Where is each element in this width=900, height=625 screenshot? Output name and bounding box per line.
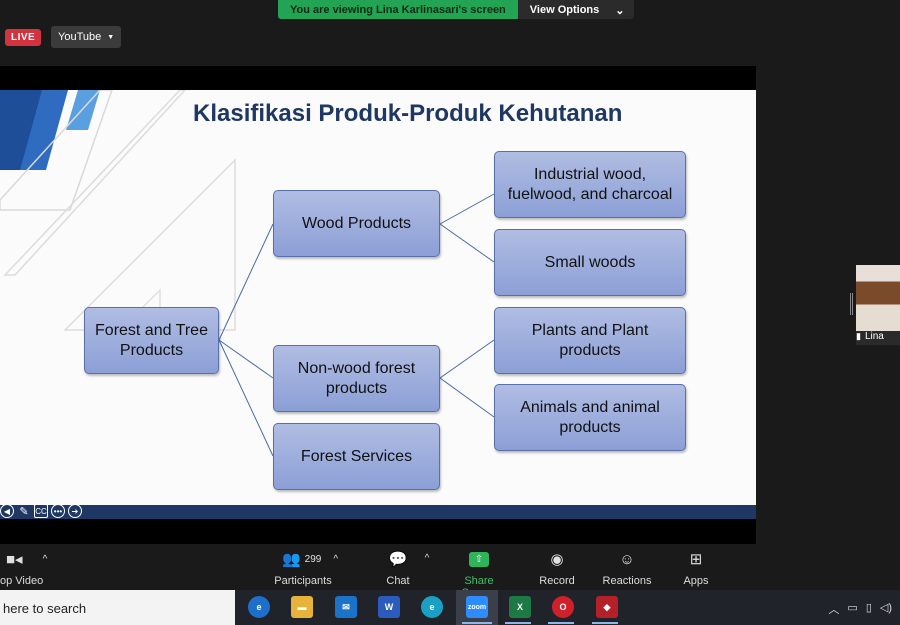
node-small-woods: Small woods bbox=[494, 229, 686, 296]
participants-button[interactable]: 👥 299 ^ Participants bbox=[272, 548, 338, 587]
more-icon[interactable]: ••• bbox=[51, 504, 65, 518]
live-service-dropdown[interactable]: YouTube ▼ bbox=[51, 26, 122, 48]
camera-icon: ■◂ bbox=[6, 551, 23, 568]
presenter-controls: ◀ ✎ CC ••• ➔ bbox=[0, 504, 82, 518]
node-forest-services: Forest Services bbox=[273, 423, 440, 490]
record-label: Record bbox=[539, 575, 575, 587]
network-icon[interactable]: ▭ bbox=[847, 601, 857, 617]
node-non-wood: Non-wood forest products bbox=[273, 345, 440, 412]
node-animals: Animals and animal products bbox=[494, 384, 686, 451]
participants-icon: 👥 bbox=[281, 551, 301, 568]
view-options-button[interactable]: View Options ⌄ bbox=[517, 0, 635, 19]
caret-down-icon: ▼ bbox=[107, 33, 115, 41]
captions-icon[interactable]: CC bbox=[34, 504, 48, 518]
game-icon[interactable]: ◆ bbox=[596, 596, 618, 618]
panel-resize-handle[interactable] bbox=[850, 293, 853, 315]
system-tray: ︿ ▭ ▯ ◁) bbox=[828, 601, 892, 617]
node-wood-products: Wood Products bbox=[273, 190, 440, 257]
zoom-running-indicator bbox=[462, 622, 492, 624]
reactions-label: Reactions bbox=[602, 575, 652, 587]
participant-name: Lina bbox=[864, 331, 884, 342]
live-service-label: YouTube bbox=[58, 31, 102, 43]
screen-share-banner: You are viewing Lina Karlinasari's scree… bbox=[278, 0, 635, 19]
caret-up-icon[interactable]: ^ bbox=[333, 554, 338, 565]
volume-icon[interactable]: ◁) bbox=[880, 601, 892, 617]
reactions-button[interactable]: ☺ Reactions bbox=[602, 548, 652, 588]
apps-button[interactable]: ⊞ Apps bbox=[682, 548, 710, 587]
taskbar-search[interactable]: here to search bbox=[0, 590, 235, 625]
chat-caret-button[interactable]: ^ bbox=[420, 552, 434, 564]
participants-count: 299 bbox=[304, 553, 322, 565]
chevron-down-icon: ⌄ bbox=[615, 5, 625, 17]
mail-icon[interactable]: ✉ bbox=[335, 596, 357, 618]
chat-label: Chat bbox=[386, 575, 410, 587]
share-screen-icon: ⇧ bbox=[469, 551, 489, 567]
signal-icon: ▮ bbox=[856, 331, 861, 341]
chat-icon: 💬 bbox=[388, 551, 408, 568]
presentation-slide: Klasifikasi Produk-Produk Kehutanan Fore… bbox=[0, 90, 756, 505]
caret-up-icon[interactable]: ^ bbox=[43, 554, 48, 565]
node-industrial-wood: Industrial wood, fuelwood, and charcoal bbox=[494, 151, 686, 218]
chevron-up-icon[interactable]: ︿ bbox=[828, 601, 839, 617]
apps-icon: ⊞ bbox=[689, 551, 703, 568]
display-icon[interactable]: ▯ bbox=[866, 601, 872, 617]
video-label: op Video bbox=[0, 575, 44, 587]
participant-thumbnail[interactable]: ▮ Lina bbox=[856, 265, 900, 345]
forward-icon[interactable]: ➔ bbox=[68, 504, 82, 518]
node-root: Forest and Tree Products bbox=[84, 307, 219, 374]
folder-icon[interactable]: ▬ bbox=[291, 596, 313, 618]
opera-icon[interactable]: O bbox=[552, 596, 574, 618]
excel-icon[interactable]: X bbox=[509, 596, 531, 618]
zoom-window: You are viewing Lina Karlinasari's scree… bbox=[0, 0, 900, 625]
participant-video bbox=[856, 265, 900, 331]
record-button[interactable]: ◉ Record bbox=[536, 548, 578, 587]
back-icon[interactable]: ◀ bbox=[0, 504, 14, 518]
caret-up-icon: ^ bbox=[424, 553, 430, 564]
participant-label: ▮ Lina bbox=[856, 331, 884, 342]
live-badge: LIVE bbox=[5, 29, 42, 46]
word-icon[interactable]: W bbox=[378, 596, 400, 618]
participants-label: Participants bbox=[274, 575, 332, 587]
node-plants: Plants and Plant products bbox=[494, 307, 686, 374]
reactions-icon: ☺ bbox=[619, 550, 635, 568]
chat-button[interactable]: 💬 Chat bbox=[380, 548, 416, 587]
excel-running-indicator bbox=[505, 622, 531, 624]
record-icon: ◉ bbox=[550, 551, 564, 568]
viewing-status: You are viewing Lina Karlinasari's scree… bbox=[278, 0, 518, 19]
zoom-icon[interactable]: zoom bbox=[466, 596, 488, 618]
windows-taskbar: here to search e ▬ ✉ W e zoom X O ◆ ︿ ▭ … bbox=[0, 590, 900, 625]
video-button[interactable]: ■◂ ^ op Video bbox=[0, 548, 56, 587]
edge-icon[interactable]: e bbox=[248, 596, 270, 618]
game-running-indicator bbox=[592, 622, 618, 624]
edge-browser-icon[interactable]: e bbox=[421, 596, 443, 618]
apps-label: Apps bbox=[683, 575, 709, 587]
slide-footer-bar bbox=[0, 505, 756, 519]
opera-running-indicator bbox=[548, 622, 574, 624]
pen-icon[interactable]: ✎ bbox=[17, 504, 31, 518]
meeting-toolbar: ■◂ ^ op Video 👥 299 ^ Participants 💬 Cha… bbox=[0, 544, 900, 599]
view-options-label: View Options bbox=[529, 4, 600, 16]
